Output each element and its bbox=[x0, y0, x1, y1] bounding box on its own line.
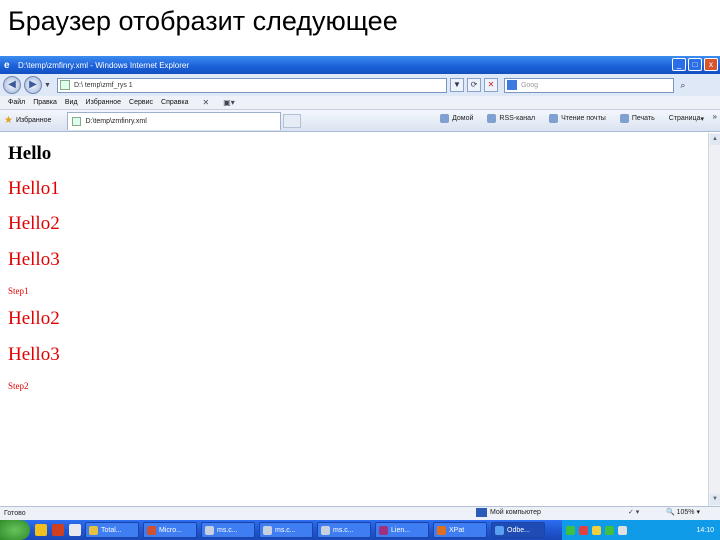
quicklaunch-icon[interactable] bbox=[52, 524, 64, 536]
favorites-star-icon[interactable]: ★ bbox=[4, 115, 13, 126]
menu-view[interactable]: Вид bbox=[65, 99, 78, 106]
search-placeholder: Goog bbox=[520, 81, 539, 89]
security-zone: Мой компьютер bbox=[476, 508, 541, 517]
taskbar-item[interactable]: Micro... bbox=[143, 522, 197, 538]
page-content: Hello Hello1 Hello2 Hello3 Step1 Hello2 … bbox=[0, 133, 708, 506]
scroll-down-icon[interactable]: ▼ bbox=[710, 494, 720, 505]
menu-bar: Файл Правка Вид Избранное Сервис Справка… bbox=[0, 96, 720, 110]
window-title: D:\temp\zmfinry.xml - Windows Internet E… bbox=[18, 60, 190, 70]
search-box[interactable]: Goog bbox=[503, 77, 674, 93]
start-button[interactable] bbox=[0, 520, 30, 540]
xml-output-line: Hello bbox=[8, 143, 52, 164]
scroll-up-icon[interactable]: ▲ bbox=[710, 134, 720, 145]
tab-page-icon bbox=[72, 116, 82, 126]
menu-tools[interactable]: Сервис bbox=[129, 99, 153, 106]
taskbar-item[interactable]: ms.c... bbox=[259, 522, 313, 538]
tray-icon[interactable] bbox=[592, 525, 601, 535]
print-button[interactable]: Печать bbox=[619, 114, 655, 123]
page-icon bbox=[59, 80, 70, 90]
address-dropdown-icon[interactable]: ▼ bbox=[449, 78, 464, 92]
volume-icon[interactable] bbox=[618, 525, 627, 535]
rss-icon bbox=[487, 114, 497, 123]
minimize-button[interactable]: _ bbox=[672, 58, 686, 71]
status-text: Готово bbox=[4, 510, 26, 517]
quicklaunch-icon[interactable] bbox=[35, 524, 47, 536]
search-provider-icon bbox=[506, 80, 517, 90]
computer-icon bbox=[476, 508, 487, 517]
status-bar: Готово Мой компьютер ✓ ▾ 🔍 105% ▾ bbox=[0, 506, 720, 520]
address-bar[interactable]: D:\ temp\zmf_rys 1 bbox=[56, 77, 447, 93]
favorites-label[interactable]: Избранное bbox=[16, 117, 51, 124]
toolbar-options-icon[interactable]: ▣▾ bbox=[223, 98, 235, 107]
vertical-scrollbar[interactable]: ▲ ▼ bbox=[708, 133, 720, 506]
app-icon bbox=[379, 525, 388, 535]
xml-output-line: Hello2 bbox=[8, 308, 60, 329]
xml-output-line: Step2 bbox=[8, 381, 29, 391]
search-icon[interactable]: ⌕ bbox=[676, 78, 690, 92]
history-dropdown-icon[interactable]: ▼ bbox=[44, 82, 51, 89]
xml-output-line: Hello1 bbox=[8, 178, 60, 199]
xml-output-line: Hello2 bbox=[8, 213, 60, 234]
favorites-bar: ★ Избранное D:\temp\zmfinry.xml Домой RS… bbox=[0, 110, 720, 132]
ie-icon: e bbox=[4, 59, 10, 71]
app-icon bbox=[205, 525, 214, 535]
tray-icon[interactable] bbox=[579, 525, 588, 535]
app-icon bbox=[89, 525, 98, 535]
menu-help[interactable]: Справка bbox=[161, 99, 188, 106]
home-button[interactable]: Домой bbox=[440, 114, 473, 123]
xml-output-line: Hello3 bbox=[8, 249, 60, 270]
back-button[interactable]: ◀ bbox=[3, 76, 21, 94]
xml-output-line: Hello3 bbox=[8, 344, 60, 365]
close-button[interactable]: x bbox=[704, 58, 718, 71]
printer-icon bbox=[619, 114, 629, 123]
refresh-button[interactable]: ⟳ bbox=[466, 78, 481, 92]
taskbar-item-active[interactable]: Odbe... bbox=[491, 522, 545, 538]
taskbar: Total... Micro... ms.c... ms.c... ms.c..… bbox=[0, 520, 720, 540]
app-icon bbox=[321, 525, 330, 535]
taskbar-item[interactable]: Total... bbox=[85, 522, 139, 538]
navigation-bar: ◀ ▶ ▼ D:\ temp\zmf_rys 1 ▼ ⟳ ✕ Goog ⌕ bbox=[0, 74, 720, 96]
taskbar-item[interactable]: ms.c... bbox=[317, 522, 371, 538]
tab-title: D:\temp\zmfinry.xml bbox=[85, 117, 147, 125]
tray-icon[interactable] bbox=[605, 525, 614, 535]
menu-file[interactable]: Файл bbox=[8, 99, 25, 106]
system-tray: 14:10 bbox=[562, 520, 720, 540]
page-button[interactable]: Страница ▾ bbox=[669, 115, 704, 123]
tray-icon[interactable] bbox=[566, 525, 575, 535]
mail-button[interactable]: Чтение почты bbox=[549, 114, 606, 123]
app-icon bbox=[147, 525, 156, 535]
zoom-level[interactable]: 🔍 105% ▾ bbox=[666, 508, 700, 516]
app-icon bbox=[495, 525, 504, 535]
title-bar: e D:\temp\zmfinry.xml - Windows Internet… bbox=[0, 56, 720, 74]
menu-favorites[interactable]: Избранное bbox=[86, 99, 121, 106]
command-bar: Домой RSS-канал Чтение почты Печать Стра… bbox=[426, 114, 704, 123]
quicklaunch-icon[interactable] bbox=[69, 524, 81, 536]
toolbar-close-icon[interactable]: ✕ bbox=[202, 98, 209, 107]
browser-window: e D:\temp\zmfinry.xml - Windows Internet… bbox=[0, 56, 720, 540]
taskbar-item[interactable]: XPat bbox=[433, 522, 487, 538]
app-icon bbox=[437, 525, 446, 535]
maximize-button[interactable]: □ bbox=[688, 58, 702, 71]
window-controls: _ □ x bbox=[672, 58, 718, 71]
feeds-button[interactable]: RSS-канал bbox=[487, 114, 535, 123]
stop-button[interactable]: ✕ bbox=[483, 78, 498, 92]
tab-current[interactable]: D:\temp\zmfinry.xml bbox=[67, 111, 282, 130]
tray-clock: 14:10 bbox=[696, 526, 714, 534]
more-commands-icon[interactable]: » bbox=[713, 112, 717, 121]
protected-mode-icon[interactable]: ✓ ▾ bbox=[628, 508, 639, 516]
menu-edit[interactable]: Правка bbox=[33, 99, 57, 106]
taskbar-item[interactable]: ms.c... bbox=[201, 522, 255, 538]
taskbar-item[interactable]: Lien... bbox=[375, 522, 429, 538]
slide-title: Браузер отобразит следующее bbox=[8, 6, 398, 36]
new-tab-button[interactable] bbox=[283, 113, 302, 128]
app-icon bbox=[263, 525, 272, 535]
mail-icon bbox=[549, 114, 559, 123]
forward-button[interactable]: ▶ bbox=[24, 76, 42, 94]
address-value: D:\ temp\zmf_rys 1 bbox=[73, 81, 133, 89]
xml-output-line: Step1 bbox=[8, 286, 29, 296]
home-icon bbox=[440, 114, 450, 123]
